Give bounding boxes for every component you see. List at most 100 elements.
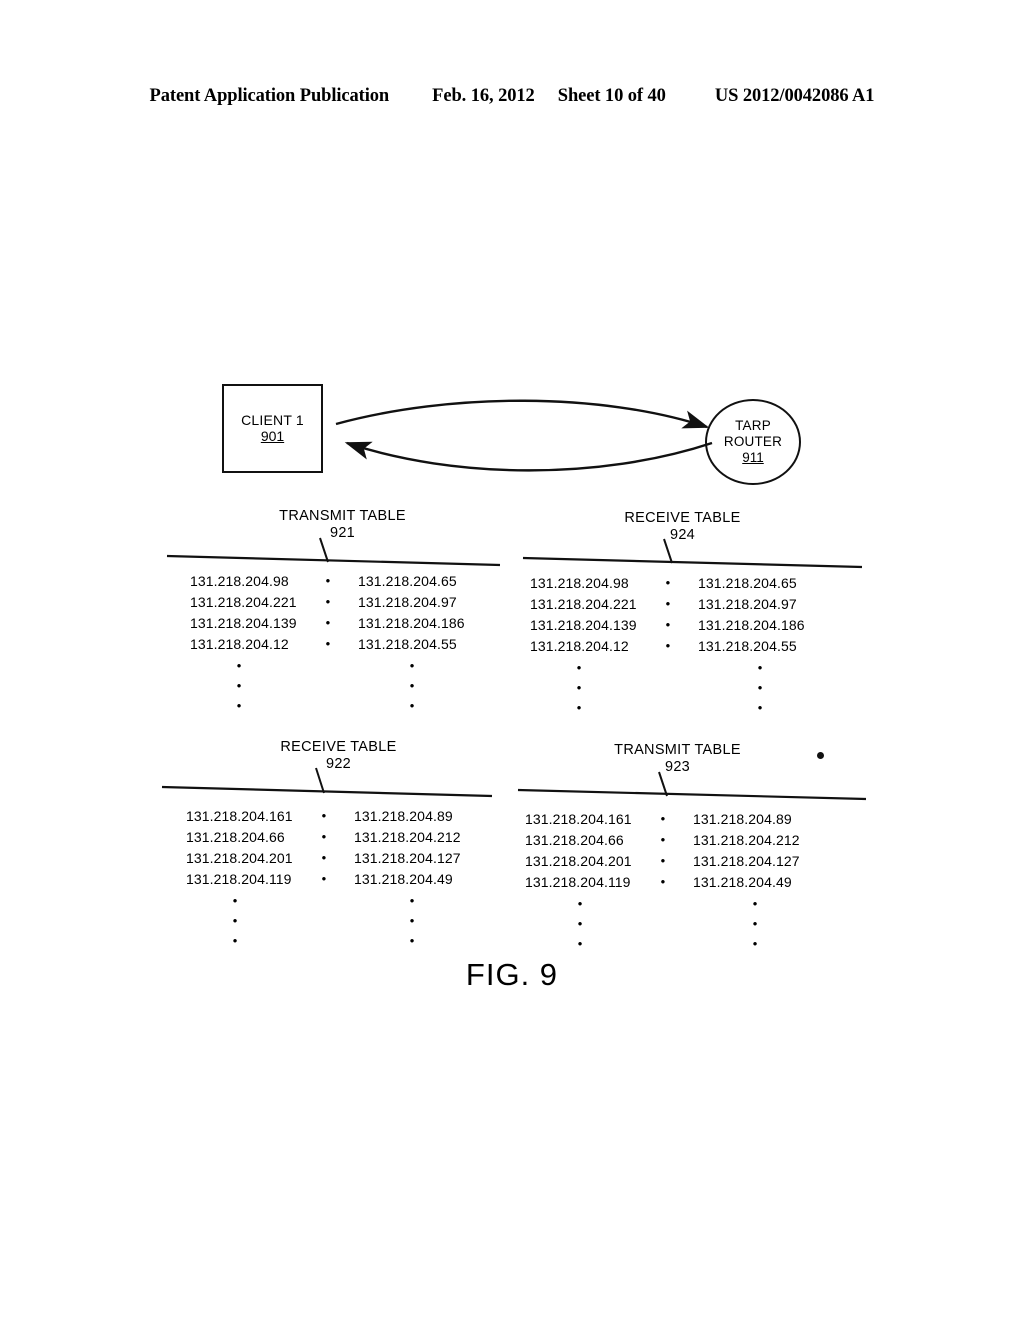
table-924-row2-left: 131.218.204.139 bbox=[530, 616, 637, 633]
table-922-row1-left: 131.218.204.66 bbox=[186, 828, 285, 845]
table-921-row2-left: 131.218.204.139 bbox=[190, 614, 297, 631]
table-924-row2-right: 131.218.204.186 bbox=[698, 616, 805, 633]
table-924-row0-separator-dot: • bbox=[665, 575, 671, 590]
table-921-row0-right: 131.218.204.65 bbox=[358, 572, 457, 589]
table-922-title: RECEIVE TABLE bbox=[280, 739, 397, 755]
continuation-dot: • bbox=[576, 700, 582, 715]
table-922-rows: 131.218.204.161 • 131.218.204.89 131.218… bbox=[166, 805, 511, 949]
table-924-reference-number: 924 bbox=[669, 527, 696, 543]
table-923-row2-left: 131.218.204.201 bbox=[525, 852, 632, 869]
continuation-dot: • bbox=[576, 660, 582, 675]
table-924-row0-left: 131.218.204.98 bbox=[530, 574, 629, 591]
table-921-row2-right: 131.218.204.186 bbox=[358, 614, 465, 631]
table-row: 131.218.204.66 • 131.218.204.212 bbox=[166, 826, 511, 847]
table-921-title-group: TRANSMIT TABLE 921 bbox=[170, 508, 515, 541]
continuation-dot: • bbox=[409, 933, 415, 948]
continuation-dot: • bbox=[752, 936, 758, 951]
table-921-row1-left: 131.218.204.221 bbox=[190, 593, 297, 610]
table-922-row3-separator-dot: • bbox=[321, 871, 327, 886]
table-923-title-group: TRANSMIT TABLE 923 bbox=[505, 742, 850, 775]
table-921-right-continuation-dots: • • • bbox=[405, 656, 419, 716]
continuation-dot: • bbox=[409, 678, 415, 693]
table-rule-924 bbox=[522, 556, 863, 569]
table-922-row2-separator-dot: • bbox=[321, 850, 327, 865]
table-row: 131.218.204.139 • 131.218.204.186 bbox=[510, 614, 855, 635]
router-label-line1: TARP bbox=[735, 417, 771, 433]
node-tarp-router[interactable]: TARP ROUTER 911 bbox=[705, 399, 801, 485]
table-924-row3-separator-dot: • bbox=[665, 638, 671, 653]
continuation-dot: • bbox=[236, 698, 242, 713]
arrow-client-to-router bbox=[335, 399, 710, 429]
table-921-row2-separator-dot: • bbox=[325, 615, 331, 630]
continuation-dot: • bbox=[757, 680, 763, 695]
figure-caption: FIG. 9 bbox=[465, 957, 559, 992]
continuation-dot: • bbox=[576, 680, 582, 695]
router-reference-number: 911 bbox=[742, 449, 764, 465]
table-row: 131.218.204.12 • 131.218.204.55 bbox=[510, 635, 855, 656]
table-row: 131.218.204.201 • 131.218.204.127 bbox=[166, 847, 511, 868]
table-924-left-continuation-dots: • • • bbox=[572, 658, 586, 718]
continuation-dot: • bbox=[577, 936, 583, 951]
table-921-rows: 131.218.204.98 • 131.218.204.65 131.218.… bbox=[170, 570, 515, 714]
table-922-row1-separator-dot: • bbox=[321, 829, 327, 844]
table-row: 131.218.204.119 • 131.218.204.49 bbox=[166, 868, 511, 889]
node-client-1[interactable]: CLIENT 1 901 bbox=[222, 384, 323, 473]
continuation-dot: • bbox=[577, 896, 583, 911]
table-924-right-continuation-dots: • • • bbox=[753, 658, 767, 718]
table-row: 131.218.204.98 • 131.218.204.65 bbox=[510, 572, 855, 593]
table-922-left-continuation-dots: • • • bbox=[228, 891, 242, 951]
table-row: 131.218.204.161 • 131.218.204.89 bbox=[166, 805, 511, 826]
continuation-dot: • bbox=[236, 678, 242, 693]
table-924-row1-right: 131.218.204.97 bbox=[698, 595, 797, 612]
table-row: 131.218.204.161 • 131.218.204.89 bbox=[505, 808, 850, 829]
table-row: 131.218.204.98 • 131.218.204.65 bbox=[170, 570, 515, 591]
table-921-row3-right: 131.218.204.55 bbox=[358, 635, 457, 652]
table-row: 131.218.204.221 • 131.218.204.97 bbox=[170, 591, 515, 612]
table-923-row1-right: 131.218.204.212 bbox=[693, 831, 800, 848]
continuation-dot: • bbox=[409, 658, 415, 673]
table-921-row0-left: 131.218.204.98 bbox=[190, 572, 289, 589]
client-label: CLIENT 1 bbox=[241, 411, 304, 428]
table-921-reference-number: 921 bbox=[329, 525, 356, 541]
table-923-row3-left: 131.218.204.119 bbox=[525, 873, 631, 890]
table-922-reference-number: 922 bbox=[325, 756, 352, 772]
continuation-dot: • bbox=[232, 933, 238, 948]
table-row: 131.218.204.221 • 131.218.204.97 bbox=[510, 593, 855, 614]
table-922-row0-separator-dot: • bbox=[321, 808, 327, 823]
table-921-left-continuation-dots: • • • bbox=[232, 656, 246, 716]
table-922-row3-right: 131.218.204.49 bbox=[354, 870, 453, 887]
table-rule-923 bbox=[517, 788, 867, 801]
continuation-dot: • bbox=[409, 698, 415, 713]
continuation-dot: • bbox=[232, 893, 238, 908]
table-923-row1-separator-dot: • bbox=[660, 832, 666, 847]
continuation-dot: • bbox=[752, 916, 758, 931]
figure-9-diagram: CLIENT 1 901 TARP ROUTER 911 TRANSMIT TA… bbox=[0, 0, 1024, 1320]
table-924-title-group: RECEIVE TABLE 924 bbox=[510, 510, 855, 543]
table-921-row3-separator-dot: • bbox=[325, 636, 331, 651]
table-row: 131.218.204.12 • 131.218.204.55 bbox=[170, 633, 515, 654]
table-row: 131.218.204.139 • 131.218.204.186 bbox=[170, 612, 515, 633]
table-923-row3-right: 131.218.204.49 bbox=[693, 873, 792, 890]
table-924-title: RECEIVE TABLE bbox=[624, 510, 741, 526]
table-row: 131.218.204.201 • 131.218.204.127 bbox=[505, 850, 850, 871]
continuation-dot: • bbox=[752, 896, 758, 911]
table-921-title: TRANSMIT TABLE bbox=[279, 508, 406, 524]
scan-artifact-dot bbox=[817, 752, 824, 759]
table-924-rows: 131.218.204.98 • 131.218.204.65 131.218.… bbox=[510, 572, 855, 716]
table-923-left-continuation-dots: • • • bbox=[573, 894, 587, 954]
client-reference-number: 901 bbox=[260, 428, 285, 445]
continuation-dot: • bbox=[757, 660, 763, 675]
table-row: 131.218.204.66 • 131.218.204.212 bbox=[505, 829, 850, 850]
continuation-dot: • bbox=[757, 700, 763, 715]
table-922-row3-left: 131.218.204.119 bbox=[186, 870, 292, 887]
table-924-row1-left: 131.218.204.221 bbox=[530, 595, 637, 612]
table-923-row3-separator-dot: • bbox=[660, 874, 666, 889]
table-924-row0-right: 131.218.204.65 bbox=[698, 574, 797, 591]
leader-line-921 bbox=[319, 537, 329, 563]
table-923-title: TRANSMIT TABLE bbox=[614, 742, 741, 758]
table-921-row0-separator-dot: • bbox=[325, 573, 331, 588]
continuation-dot: • bbox=[409, 893, 415, 908]
router-label-line2: ROUTER bbox=[723, 433, 783, 449]
table-923-row0-right: 131.218.204.89 bbox=[693, 810, 792, 827]
table-924-row1-separator-dot: • bbox=[665, 596, 671, 611]
